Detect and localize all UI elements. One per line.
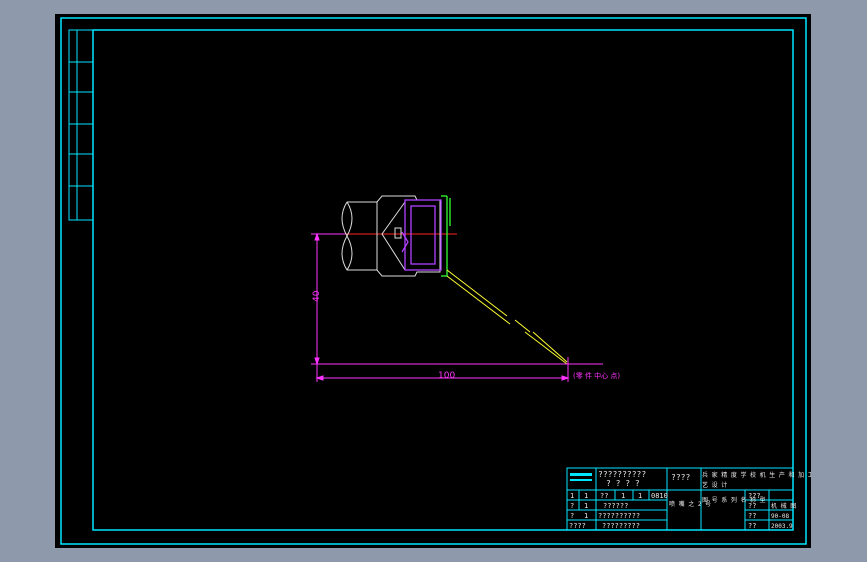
tb-r2-d: 1 xyxy=(621,492,625,500)
tb-r5-a: ???? xyxy=(569,522,586,530)
target-mark xyxy=(561,357,603,371)
dim-vertical-label: 40 xyxy=(312,290,322,302)
tb-right-3: ?? xyxy=(748,512,756,520)
binding-strip xyxy=(68,29,94,221)
inner-frame xyxy=(92,29,794,531)
tb-right-2: ?? xyxy=(748,502,756,510)
nozzle-flange xyxy=(441,195,451,277)
nozzle xyxy=(401,199,442,271)
tb-r2-e: 1 xyxy=(638,492,642,500)
dim-horizontal-label: 100 xyxy=(438,371,455,381)
tb-r1-c3b: 艺 设 计 xyxy=(702,481,727,489)
tb-right2-3: 机 械 图 xyxy=(771,502,796,510)
tb-right-4: ?? xyxy=(748,522,756,530)
tb-r1-c2: ???? xyxy=(671,473,690,482)
jet-stream xyxy=(446,269,568,365)
tb-r5-b: ????????? xyxy=(602,522,640,530)
cad-drawing: 40 100 (零 件 中心 点) ?????????? ? ? ? ? ???… xyxy=(60,17,811,545)
logo xyxy=(570,473,592,481)
tb-r2-f: 0810 xyxy=(651,492,668,500)
target-note: (零 件 中心 点) xyxy=(573,371,620,380)
tb-r3-a: ? xyxy=(570,502,574,510)
tb-r1-c1b: ? ? ? ? xyxy=(606,479,640,488)
tb-r1-c3: 兵 家 精 度 学 校 机 生 产 和 加 工 工 xyxy=(702,471,811,479)
drawing-sheet: 40 100 (零 件 中心 点) ?????????? ? ? ? ? ???… xyxy=(55,14,811,548)
tb-r2-a: 1 xyxy=(570,492,574,500)
tb-r4-b: 1 xyxy=(584,512,588,520)
tb-r3-c: ?????? xyxy=(603,502,628,510)
tb-right-1: ??? xyxy=(748,492,761,500)
tb-r2-b: 1 xyxy=(584,492,588,500)
tb-right2-4: 90-08 xyxy=(771,513,789,520)
outer-frame xyxy=(60,17,807,545)
tb-right2-5: 2003.9 xyxy=(771,523,793,530)
tb-r2-c: ?? xyxy=(600,492,608,500)
tb-r4-c: ?????????? xyxy=(598,512,640,520)
tb-r1-c1: ?????????? xyxy=(598,470,646,479)
tb-r3-b: 1 xyxy=(584,502,588,510)
tb-r4-a: ? xyxy=(570,512,574,520)
